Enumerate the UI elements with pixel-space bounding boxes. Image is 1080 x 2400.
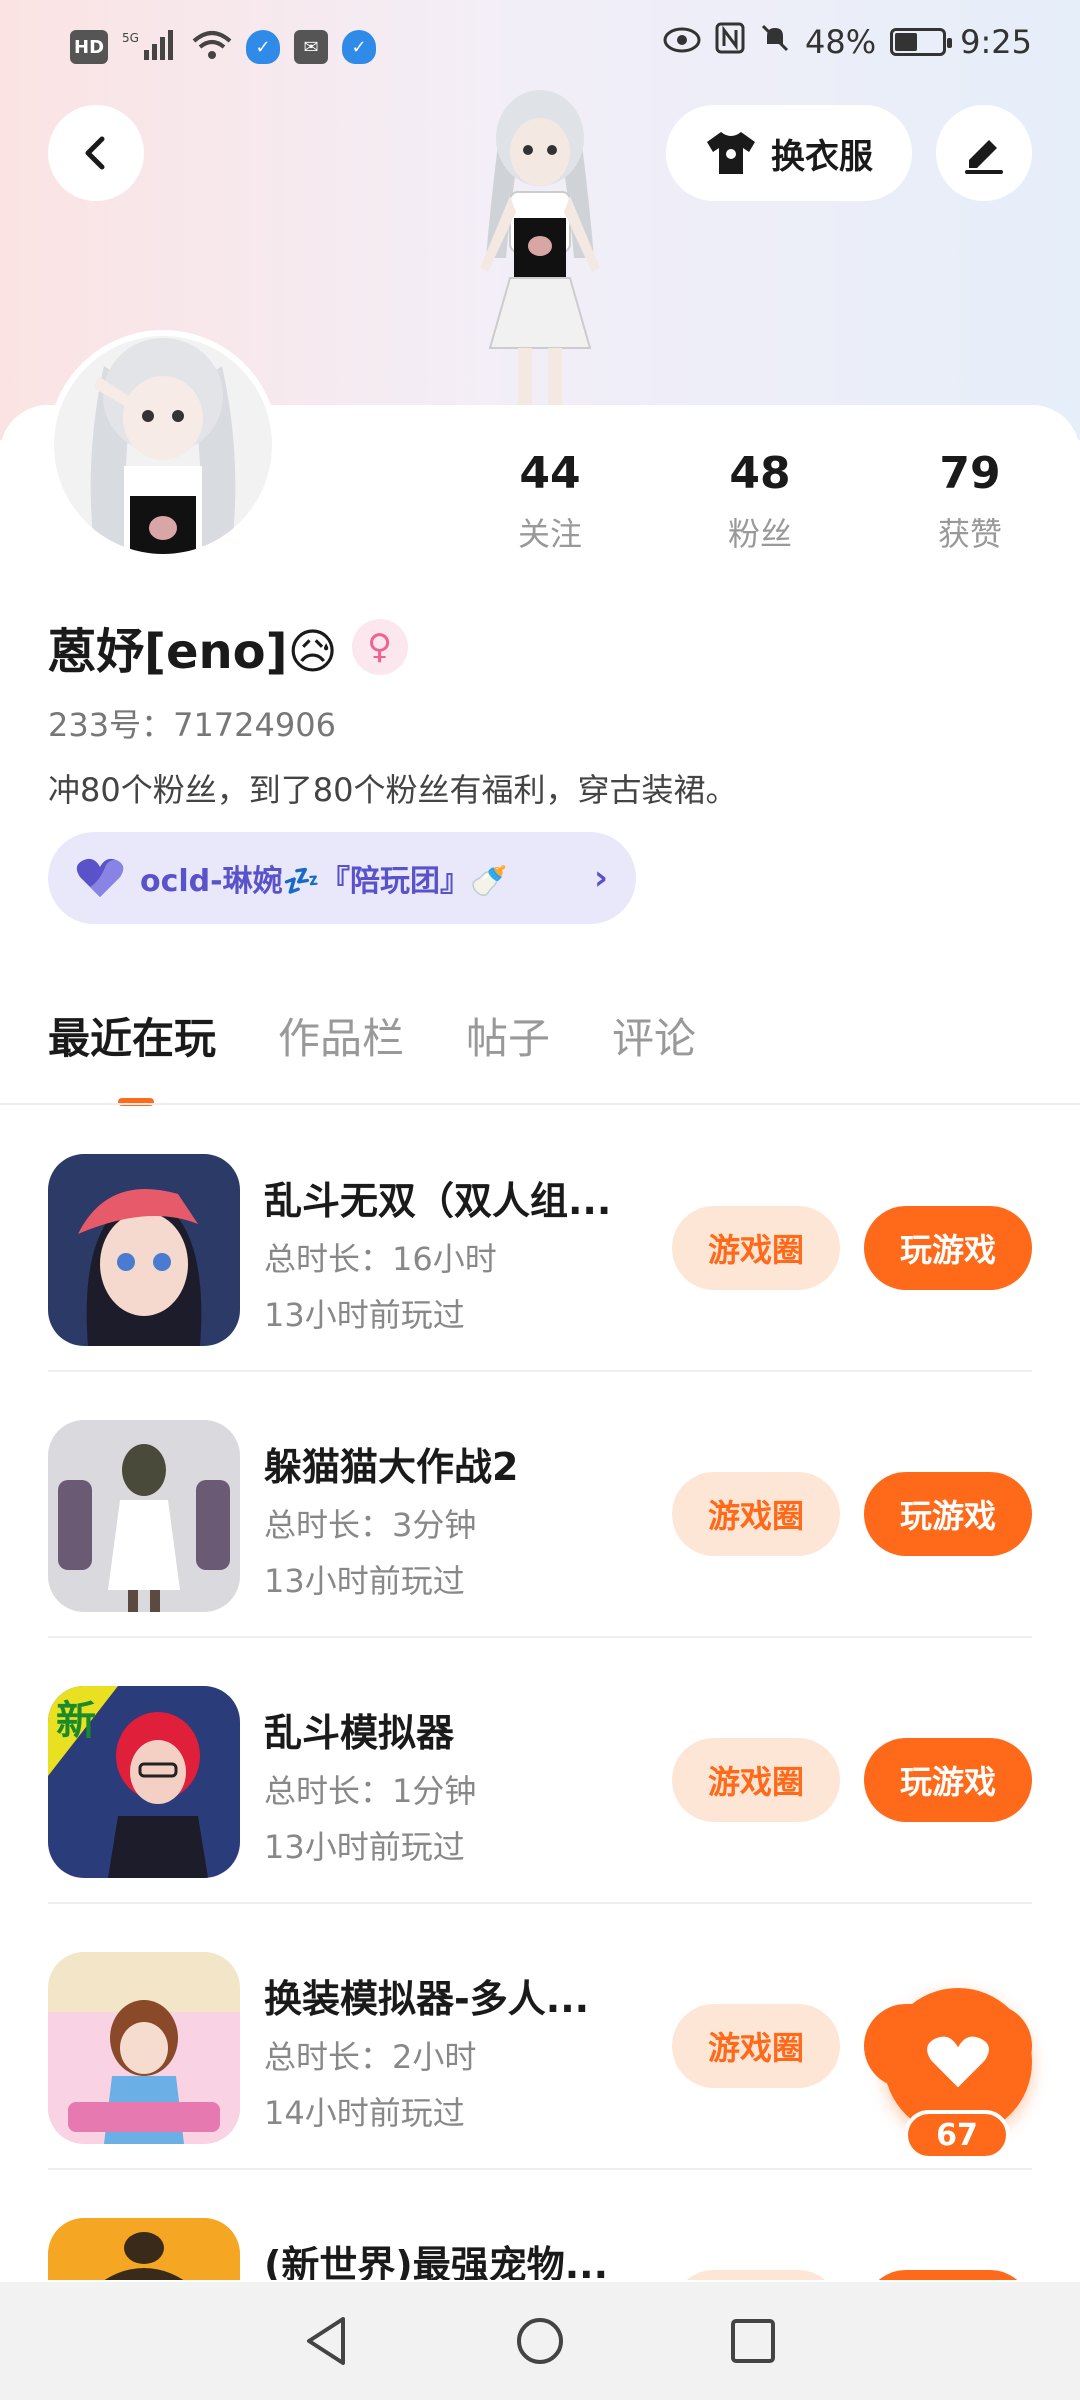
- svg-text:5G: 5G: [122, 31, 139, 45]
- list-item[interactable]: 新 乱斗模拟器 总时长：1分钟 13小时前玩过 游戏圈 玩游戏: [48, 1638, 1032, 1904]
- game-title[interactable]: (新世界)最强宠物...: [264, 2234, 684, 2280]
- game-playtime: 总时长：1分钟: [264, 1772, 477, 1810]
- game-circle-button[interactable]: 游戏圈: [672, 1738, 840, 1822]
- female-gender-icon: ♀: [351, 619, 408, 675]
- game-circle-button[interactable]: [672, 2270, 840, 2280]
- mail-icon: ✉: [294, 30, 329, 64]
- eye-icon: [663, 23, 701, 61]
- change-outfit-button[interactable]: 换衣服: [666, 105, 912, 201]
- shield-icon: ✓: [246, 30, 281, 64]
- game-last-played: 13小时前玩过: [264, 1296, 465, 1334]
- nfc-icon: [715, 22, 745, 62]
- user-id[interactable]: 233号：71724906: [48, 700, 336, 746]
- name-row: 蒽妤[eno]😥 ♀: [48, 612, 408, 682]
- play-game-button[interactable]: 玩游戏: [864, 1472, 1032, 1556]
- game-icon[interactable]: 新: [48, 1686, 240, 1878]
- play-game-button[interactable]: 玩游戏: [864, 1738, 1032, 1822]
- shield-icon: ✓: [342, 30, 377, 64]
- status-right-icons: 48% 9:25: [663, 22, 1032, 62]
- game-last-played: 13小时前玩过: [264, 1828, 465, 1866]
- nav-recents-button[interactable]: [723, 2311, 783, 2371]
- pencil-icon: [965, 140, 1003, 174]
- battery-level: [895, 33, 918, 51]
- change-outfit-label: 换衣服: [771, 136, 873, 177]
- circle-home-icon: [516, 2318, 563, 2364]
- stat-likes[interactable]: 79 获赞: [900, 448, 1040, 555]
- game-last-played: 13小时前玩过: [264, 1562, 465, 1600]
- game-playtime: 总时长：3分钟: [264, 1506, 477, 1544]
- profile-stats: 44 关注 48 粉丝 79 获赞: [480, 448, 1040, 555]
- game-circle-button[interactable]: 游戏圈: [672, 1472, 840, 1556]
- game-title[interactable]: 换装模拟器-多人...: [264, 1968, 684, 2023]
- group-link-label: ocld-琳婉💤『陪玩团』🍼: [140, 864, 508, 899]
- hd-icon: HD: [70, 30, 109, 64]
- tab-recently-played[interactable]: 最近在玩: [48, 1005, 216, 1106]
- tabs-divider: [0, 1103, 1080, 1105]
- game-title[interactable]: 乱斗模拟器: [264, 1702, 684, 1757]
- character-model-image[interactable]: [430, 88, 650, 408]
- stat-likes-value: 79: [939, 448, 1001, 499]
- battery-icon: [890, 28, 953, 56]
- chevron-right-icon: ›: [593, 858, 608, 898]
- list-item[interactable]: 换装模拟器-多人... 总时长：2小时 14小时前玩过 游戏圈 玩游戏: [48, 1904, 1032, 2170]
- mute-icon: [759, 22, 791, 62]
- game-circle-button[interactable]: 游戏圈: [672, 1206, 840, 1290]
- status-bar: HD 5G ✓ ✉ ✓ 48% 9:25: [0, 0, 1080, 92]
- list-item[interactable]: (新世界)最强宠物...: [48, 2170, 1032, 2280]
- stat-following[interactable]: 44 关注: [480, 448, 620, 555]
- status-left-icons: HD 5G ✓ ✉ ✓: [70, 28, 377, 66]
- game-last-played: 14小时前玩过: [264, 2094, 465, 2132]
- svg-text:新: 新: [56, 1698, 96, 1744]
- username: 蒽妤[eno]😥: [48, 624, 338, 680]
- play-game-button[interactable]: 玩游戏: [864, 1206, 1032, 1290]
- edit-profile-button[interactable]: [936, 105, 1032, 201]
- game-icon[interactable]: [48, 2218, 240, 2280]
- game-icon[interactable]: [48, 1420, 240, 1612]
- signal-icon: 5G: [122, 28, 178, 66]
- stat-followers-label: 粉丝: [727, 515, 792, 553]
- game-playtime: 总时长：16小时: [264, 1240, 497, 1278]
- heart-icon: [927, 2036, 989, 2088]
- profile-tabs: 最近在玩 作品栏 帖子 评论: [48, 1005, 696, 1106]
- tab-works[interactable]: 作品栏: [278, 1005, 404, 1066]
- stat-followers[interactable]: 48 粉丝: [690, 448, 830, 555]
- wifi-icon: [192, 29, 232, 65]
- game-circle-button[interactable]: 游戏圈: [672, 2004, 840, 2088]
- nav-back-button[interactable]: [297, 2311, 357, 2371]
- like-count: 67: [904, 2110, 1010, 2160]
- system-navigation-bar: [0, 2282, 1080, 2400]
- tshirt-icon: [707, 132, 755, 174]
- play-game-button[interactable]: [864, 2270, 1032, 2280]
- stat-following-value: 44: [519, 448, 581, 499]
- back-button[interactable]: [48, 105, 144, 201]
- game-title[interactable]: 乱斗无双（双人组...: [264, 1170, 684, 1225]
- avatar[interactable]: [48, 330, 278, 560]
- user-bio: 冲80个粉丝，到了80个粉丝有福利，穿古装裙。: [48, 771, 738, 809]
- stat-likes-label: 获赞: [937, 515, 1002, 553]
- battery-percent: 48%: [805, 23, 877, 61]
- group-link[interactable]: ocld-琳婉💤『陪玩团』🍼 ›: [48, 832, 636, 924]
- chevron-left-icon: [85, 136, 105, 170]
- tab-comments[interactable]: 评论: [612, 1005, 696, 1066]
- list-item[interactable]: 乱斗无双（双人组... 总时长：16小时 13小时前玩过 游戏圈 玩游戏: [48, 1106, 1032, 1372]
- heart-icon: [76, 858, 124, 897]
- tab-posts[interactable]: 帖子: [466, 1005, 550, 1066]
- list-item[interactable]: 躲猫猫大作战2 总时长：3分钟 13小时前玩过 游戏圈 玩游戏: [48, 1372, 1032, 1638]
- game-icon[interactable]: [48, 1952, 240, 2144]
- stat-followers-value: 48: [729, 448, 791, 499]
- clock: 9:25: [960, 23, 1032, 61]
- game-icon[interactable]: [48, 1154, 240, 1346]
- game-title[interactable]: 躲猫猫大作战2: [264, 1436, 684, 1491]
- nav-home-button[interactable]: [510, 2311, 570, 2371]
- stat-following-label: 关注: [517, 515, 582, 553]
- square-recents-icon: [731, 2319, 776, 2363]
- triangle-back-icon: [306, 2317, 345, 2365]
- game-playtime: 总时长：2小时: [264, 2038, 477, 2076]
